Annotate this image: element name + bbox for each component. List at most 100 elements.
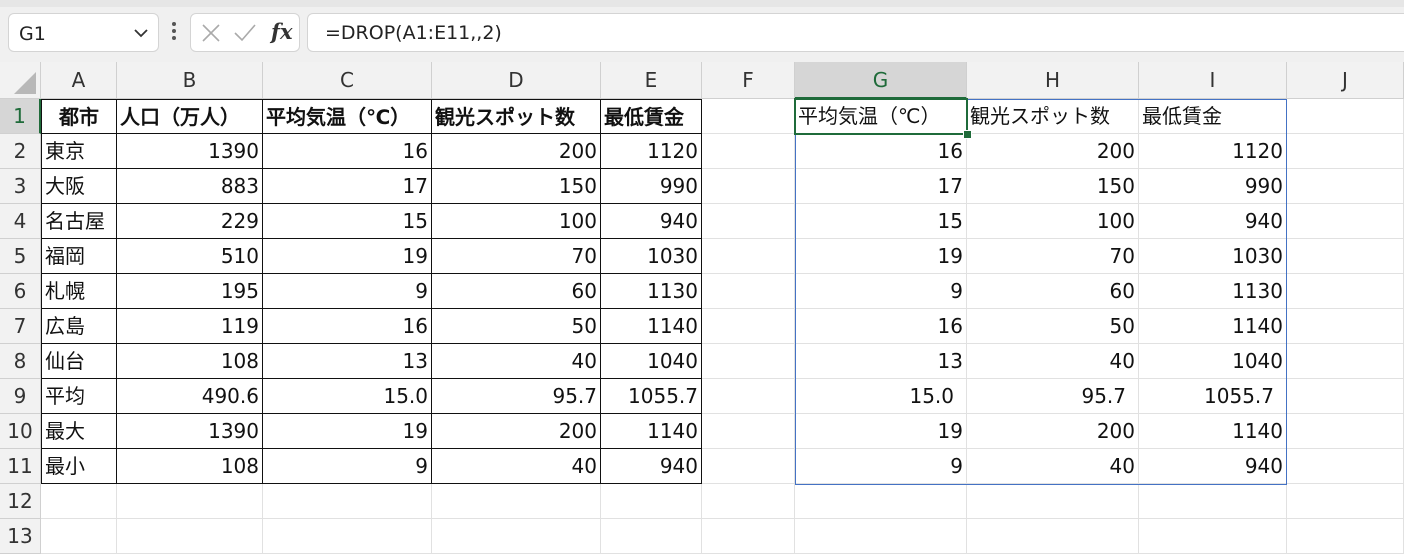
cell-h12[interactable] bbox=[967, 484, 1139, 519]
cell-h4[interactable]: 100 bbox=[967, 204, 1139, 239]
cell-b6[interactable]: 195 bbox=[117, 274, 263, 309]
cell-e4[interactable]: 940 bbox=[601, 204, 702, 239]
cell-c1[interactable]: 平均気温（℃） bbox=[263, 99, 432, 134]
cell-b8[interactable]: 108 bbox=[117, 344, 263, 379]
insert-function-icon[interactable]: fx bbox=[271, 19, 293, 44]
cell-f6[interactable] bbox=[702, 274, 795, 309]
column-header-e[interactable]: E bbox=[601, 62, 702, 99]
cell-d9[interactable]: 95.7 bbox=[432, 379, 601, 414]
enter-check-icon[interactable] bbox=[233, 23, 257, 43]
cell-e1[interactable]: 最低賃金 bbox=[601, 99, 702, 134]
fill-handle[interactable] bbox=[963, 130, 972, 139]
cell-a4[interactable]: 名古屋 bbox=[41, 204, 117, 239]
column-header-a[interactable]: A bbox=[41, 62, 117, 99]
cell-b9[interactable]: 490.6 bbox=[117, 379, 263, 414]
cell-j6[interactable] bbox=[1287, 274, 1404, 309]
cell-d11[interactable]: 40 bbox=[432, 449, 601, 484]
column-header-b[interactable]: B bbox=[117, 62, 263, 99]
cell-d4[interactable]: 100 bbox=[432, 204, 601, 239]
cell-g4[interactable]: 15 bbox=[795, 204, 967, 239]
row-header-9[interactable]: 9 bbox=[0, 379, 41, 414]
cell-h10[interactable]: 200 bbox=[967, 414, 1139, 449]
cell-f5[interactable] bbox=[702, 239, 795, 274]
cancel-icon[interactable] bbox=[201, 23, 221, 43]
more-options-icon[interactable] bbox=[170, 22, 178, 42]
cell-h8[interactable]: 40 bbox=[967, 344, 1139, 379]
cell-c13[interactable] bbox=[263, 519, 432, 554]
cell-f13[interactable] bbox=[702, 519, 795, 554]
cell-e7[interactable]: 1140 bbox=[601, 309, 702, 344]
cell-j7[interactable] bbox=[1287, 309, 1404, 344]
cell-a1[interactable]: 都市 bbox=[41, 99, 117, 134]
cell-g13[interactable] bbox=[795, 519, 967, 554]
cell-j2[interactable] bbox=[1287, 134, 1404, 169]
row-header-1[interactable]: 1 bbox=[0, 99, 41, 134]
row-header-4[interactable]: 4 bbox=[0, 204, 41, 239]
cell-g10[interactable]: 19 bbox=[795, 414, 967, 449]
name-box[interactable]: G1 bbox=[8, 13, 159, 52]
cell-g6[interactable]: 9 bbox=[795, 274, 967, 309]
cell-f2[interactable] bbox=[702, 134, 795, 169]
cell-b13[interactable] bbox=[117, 519, 263, 554]
cell-c11[interactable]: 9 bbox=[263, 449, 432, 484]
cell-e10[interactable]: 1140 bbox=[601, 414, 702, 449]
cell-a11[interactable]: 最小 bbox=[41, 449, 117, 484]
cell-a9[interactable]: 平均 bbox=[41, 379, 117, 414]
cell-g5[interactable]: 19 bbox=[795, 239, 967, 274]
row-header-2[interactable]: 2 bbox=[0, 134, 41, 169]
column-header-d[interactable]: D bbox=[432, 62, 601, 99]
cell-c9[interactable]: 15.0 bbox=[263, 379, 432, 414]
cell-e11[interactable]: 940 bbox=[601, 449, 702, 484]
cell-c5[interactable]: 19 bbox=[263, 239, 432, 274]
cell-j13[interactable] bbox=[1287, 519, 1404, 554]
cell-j3[interactable] bbox=[1287, 169, 1404, 204]
cell-f7[interactable] bbox=[702, 309, 795, 344]
cell-d6[interactable]: 60 bbox=[432, 274, 601, 309]
cell-h3[interactable]: 150 bbox=[967, 169, 1139, 204]
row-header-5[interactable]: 5 bbox=[0, 239, 41, 274]
cell-d7[interactable]: 50 bbox=[432, 309, 601, 344]
column-header-f[interactable]: F bbox=[702, 62, 795, 99]
cell-d3[interactable]: 150 bbox=[432, 169, 601, 204]
cell-i7[interactable]: 1140 bbox=[1139, 309, 1287, 344]
cell-e9[interactable]: 1055.7 bbox=[601, 379, 702, 414]
cell-b11[interactable]: 108 bbox=[117, 449, 263, 484]
row-header-11[interactable]: 11 bbox=[0, 449, 41, 484]
cell-g2[interactable]: 16 bbox=[795, 134, 967, 169]
cell-a2[interactable]: 東京 bbox=[41, 134, 117, 169]
cell-e5[interactable]: 1030 bbox=[601, 239, 702, 274]
cell-a13[interactable] bbox=[41, 519, 117, 554]
row-header-7[interactable]: 7 bbox=[0, 309, 41, 344]
cell-b1[interactable]: 人口（万人） bbox=[117, 99, 263, 134]
cell-h6[interactable]: 60 bbox=[967, 274, 1139, 309]
cell-g8[interactable]: 13 bbox=[795, 344, 967, 379]
cell-e6[interactable]: 1130 bbox=[601, 274, 702, 309]
row-header-6[interactable]: 6 bbox=[0, 274, 41, 309]
cell-b10[interactable]: 1390 bbox=[117, 414, 263, 449]
cell-j8[interactable] bbox=[1287, 344, 1404, 379]
column-header-c[interactable]: C bbox=[263, 62, 432, 99]
cell-c3[interactable]: 17 bbox=[263, 169, 432, 204]
cell-i11[interactable]: 940 bbox=[1139, 449, 1287, 484]
cell-j1[interactable] bbox=[1287, 99, 1404, 134]
cell-f1[interactable] bbox=[702, 99, 795, 134]
cell-a10[interactable]: 最大 bbox=[41, 414, 117, 449]
cell-e3[interactable]: 990 bbox=[601, 169, 702, 204]
cell-d12[interactable] bbox=[432, 484, 601, 519]
cell-c6[interactable]: 9 bbox=[263, 274, 432, 309]
cell-a6[interactable]: 札幌 bbox=[41, 274, 117, 309]
cell-g9[interactable]: 15.0 bbox=[795, 379, 967, 414]
cell-e13[interactable] bbox=[601, 519, 702, 554]
cell-h5[interactable]: 70 bbox=[967, 239, 1139, 274]
cell-e12[interactable] bbox=[601, 484, 702, 519]
row-header-3[interactable]: 3 bbox=[0, 169, 41, 204]
cell-i2[interactable]: 1120 bbox=[1139, 134, 1287, 169]
column-header-h[interactable]: H bbox=[967, 62, 1139, 99]
cell-g12[interactable] bbox=[795, 484, 967, 519]
cell-d13[interactable] bbox=[432, 519, 601, 554]
cell-i13[interactable] bbox=[1139, 519, 1287, 554]
cell-h7[interactable]: 50 bbox=[967, 309, 1139, 344]
cell-g3[interactable]: 17 bbox=[795, 169, 967, 204]
cell-a12[interactable] bbox=[41, 484, 117, 519]
cell-h11[interactable]: 40 bbox=[967, 449, 1139, 484]
